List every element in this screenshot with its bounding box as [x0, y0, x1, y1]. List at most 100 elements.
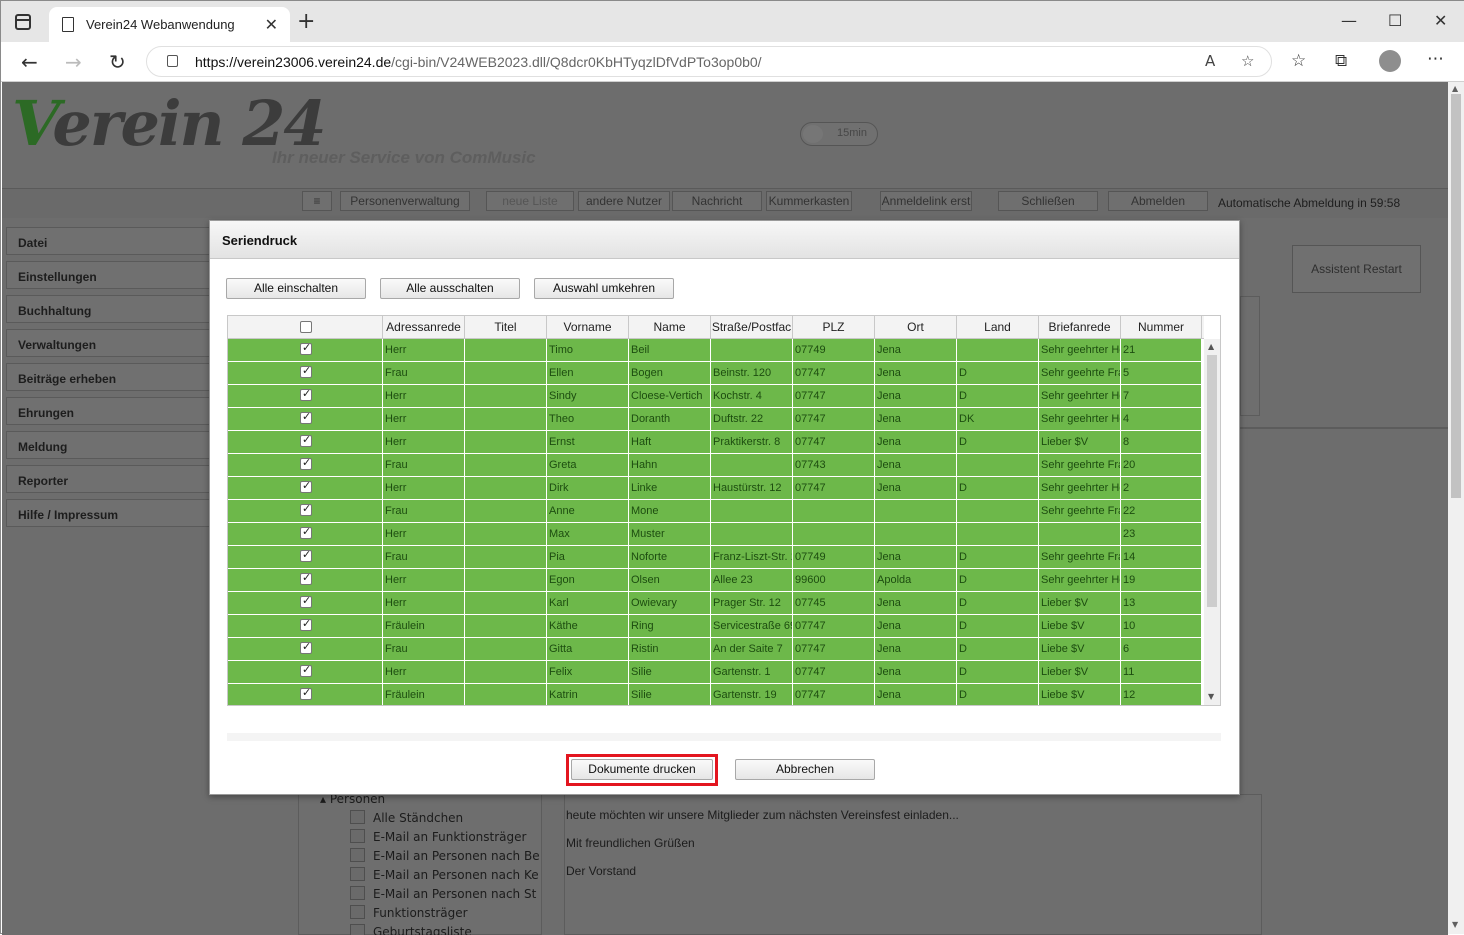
- sidebar-item-datei[interactable]: Datei: [6, 227, 216, 255]
- column-header[interactable]: PLZ: [793, 316, 875, 339]
- tree-item[interactable]: E-Mail an Personen nach St: [373, 887, 536, 901]
- url-field[interactable]: https://verein23006.verein24.de/cgi-bin/…: [146, 46, 1272, 77]
- lock-icon[interactable]: [167, 55, 178, 67]
- tree-item[interactable]: Funktionsträger: [373, 906, 468, 920]
- select-all-checkbox[interactable]: [300, 321, 312, 333]
- sidebar-item-ehrungen[interactable]: Ehrungen: [6, 397, 216, 425]
- schliessen-button[interactable]: Schließen: [998, 191, 1098, 211]
- page-scrollbar[interactable]: ▲ ▼: [1448, 82, 1464, 934]
- table-row[interactable]: HerrSindyCloese-VertichKochstr. 407747Je…: [228, 385, 1202, 408]
- menu-icon[interactable]: ≡: [302, 191, 332, 211]
- profile-avatar-icon[interactable]: [1379, 50, 1401, 72]
- select-all-button[interactable]: Alle einschalten: [226, 278, 366, 299]
- column-header[interactable]: Straße/Postfac: [711, 316, 793, 339]
- add-favorite-icon[interactable]: ☆: [1241, 52, 1254, 70]
- table-row[interactable]: HerrDirkLinkeHaustürstr. 1207747JenaDSeh…: [228, 477, 1202, 500]
- nachricht-button[interactable]: Nachricht: [672, 191, 762, 211]
- column-header[interactable]: Titel: [465, 316, 547, 339]
- table-row[interactable]: FrauGretaHahn07743JenaSehr geehrte Fra20: [228, 454, 1202, 477]
- row-checkbox[interactable]: [300, 504, 312, 516]
- row-checkbox[interactable]: [300, 619, 312, 631]
- table-row[interactable]: FräuleinKatrinSilieGartenstr. 1907747Jen…: [228, 684, 1202, 706]
- andere-nutzer-button[interactable]: andere Nutzer: [578, 191, 670, 211]
- personenverwaltung-button[interactable]: Personenverwaltung: [340, 191, 470, 211]
- scroll-down-icon[interactable]: ▼: [1452, 920, 1458, 929]
- tree-item[interactable]: Alle Ständchen: [373, 811, 463, 825]
- table-row[interactable]: HerrEgonOlsenAllee 2399600ApoldaDSehr ge…: [228, 569, 1202, 592]
- row-checkbox[interactable]: [300, 412, 312, 424]
- close-window-icon[interactable]: ✕: [1434, 11, 1447, 30]
- column-header[interactable]: Vorname: [547, 316, 629, 339]
- sidebar-item-hilfe[interactable]: Hilfe / Impressum: [6, 499, 216, 527]
- maximize-icon[interactable]: ☐: [1388, 11, 1402, 30]
- sidebar-item-buchhaltung[interactable]: Buchhaltung: [6, 295, 216, 323]
- cell-vorname: Ellen: [547, 362, 629, 384]
- kummerkasten-button[interactable]: Kummerkasten: [766, 191, 852, 211]
- column-header[interactable]: Land: [957, 316, 1039, 339]
- column-header[interactable]: Briefanrede: [1039, 316, 1121, 339]
- grid-scroll-up-icon[interactable]: ▲: [1208, 342, 1214, 351]
- table-row[interactable]: HerrMaxMuster23: [228, 523, 1202, 546]
- invert-selection-button[interactable]: Auswahl umkehren: [534, 278, 674, 299]
- row-checkbox[interactable]: [300, 573, 312, 585]
- tree-item[interactable]: E-Mail an Personen nach Be: [373, 849, 540, 863]
- anmeldelink-button[interactable]: Anmeldelink erst: [880, 191, 972, 211]
- forward-icon[interactable]: →: [65, 50, 82, 74]
- row-checkbox[interactable]: [300, 458, 312, 470]
- table-row[interactable]: FrauAnneMoneSehr geehrte Fra22: [228, 500, 1202, 523]
- row-checkbox[interactable]: [300, 527, 312, 539]
- close-tab-icon[interactable]: ✕: [265, 15, 278, 34]
- scrollbar-thumb[interactable]: [1451, 94, 1461, 498]
- row-checkbox[interactable]: [300, 665, 312, 677]
- read-aloud-icon[interactable]: A: [1205, 52, 1215, 70]
- more-icon[interactable]: ⋯: [1427, 49, 1444, 69]
- sidebar-item-reporter[interactable]: Reporter: [6, 465, 216, 493]
- table-row[interactable]: FrauPiaNoforteFranz-Liszt-Str. 107749Jen…: [228, 546, 1202, 569]
- column-header[interactable]: Ort: [875, 316, 957, 339]
- row-checkbox[interactable]: [300, 596, 312, 608]
- column-header[interactable]: Name: [629, 316, 711, 339]
- session-timer-toggle[interactable]: 15min: [800, 122, 878, 146]
- column-header[interactable]: Adressanrede: [383, 316, 465, 339]
- row-checkbox[interactable]: [300, 481, 312, 493]
- new-tab-icon[interactable]: +: [297, 11, 315, 33]
- row-checkbox[interactable]: [300, 389, 312, 401]
- table-row[interactable]: FrauEllenBogenBeinstr. 12007747JenaDSehr…: [228, 362, 1202, 385]
- row-checkbox[interactable]: [300, 366, 312, 378]
- row-checkbox[interactable]: [300, 688, 312, 700]
- abmelden-button[interactable]: Abmelden: [1108, 191, 1208, 211]
- table-row[interactable]: FräuleinKätheRingServicestraße 6907747Je…: [228, 615, 1202, 638]
- grid-scroll-down-icon[interactable]: ▼: [1208, 692, 1214, 701]
- reload-icon[interactable]: ↻: [109, 50, 126, 74]
- grid-scrollbar[interactable]: ▲ ▼: [1204, 339, 1220, 705]
- sidebar-item-einstellungen[interactable]: Einstellungen: [6, 261, 216, 289]
- scroll-up-icon[interactable]: ▲: [1452, 84, 1458, 93]
- cancel-button[interactable]: Abbrechen: [735, 759, 875, 780]
- tree-item[interactable]: E-Mail an Personen nach Ke: [373, 868, 539, 882]
- row-checkbox[interactable]: [300, 435, 312, 447]
- collections-icon[interactable]: ⧉: [1335, 51, 1347, 71]
- tab-actions-icon[interactable]: [15, 14, 31, 30]
- minimize-icon[interactable]: —: [1341, 11, 1357, 30]
- table-row[interactable]: HerrErnstHaftPraktikerstr. 807747JenaDLi…: [228, 431, 1202, 454]
- grid-scrollbar-thumb[interactable]: [1207, 355, 1217, 607]
- table-row[interactable]: FrauGittaRistinAn der Saite 707747JenaDL…: [228, 638, 1202, 661]
- column-header[interactable]: Nummer: [1121, 316, 1202, 339]
- neue-liste-button[interactable]: neue Liste: [486, 191, 574, 211]
- row-checkbox[interactable]: [300, 343, 312, 355]
- sidebar-item-meldung[interactable]: Meldung: [6, 431, 216, 459]
- table-row[interactable]: HerrKarlOwievaryPrager Str. 1207745JenaD…: [228, 592, 1202, 615]
- favorites-icon[interactable]: ☆: [1291, 51, 1306, 71]
- assistant-restart-button[interactable]: Assistent Restart: [1292, 245, 1421, 293]
- sidebar-item-beitraege[interactable]: Beiträge erheben: [6, 363, 216, 391]
- table-row[interactable]: HerrTheoDoranthDuftstr. 2207747JenaDKSeh…: [228, 408, 1202, 431]
- deselect-all-button[interactable]: Alle ausschalten: [380, 278, 520, 299]
- table-row[interactable]: HerrTimoBeil07749JenaSehr geehrter He21: [228, 339, 1202, 362]
- tree-item[interactable]: E-Mail an Funktionsträger: [373, 830, 526, 844]
- row-checkbox[interactable]: [300, 642, 312, 654]
- sidebar-item-verwaltungen[interactable]: Verwaltungen: [6, 329, 216, 357]
- table-row[interactable]: HerrFelixSilieGartenstr. 107747JenaDLieb…: [228, 661, 1202, 684]
- back-icon[interactable]: ←: [21, 50, 38, 74]
- browser-tab[interactable]: Verein24 Webanwendung ✕: [49, 7, 290, 42]
- row-checkbox[interactable]: [300, 550, 312, 562]
